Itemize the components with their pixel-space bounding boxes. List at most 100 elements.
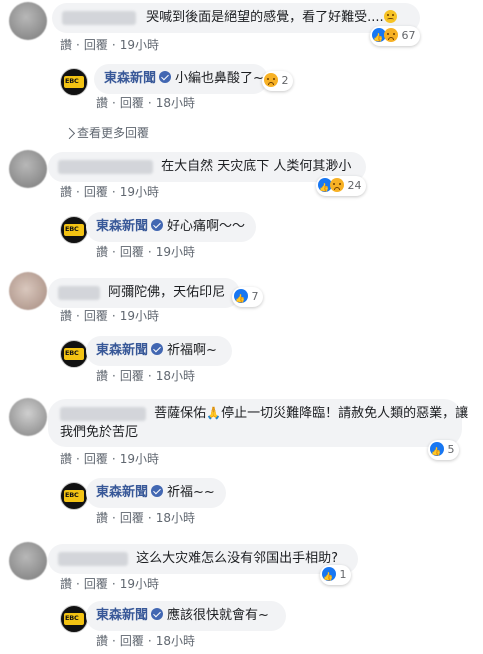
like-button[interactable]: 讚 bbox=[96, 245, 108, 259]
page-avatar[interactable]: EBC bbox=[60, 482, 88, 510]
reaction-count[interactable]: 67 bbox=[370, 26, 420, 48]
page-name[interactable]: 東森新聞 bbox=[96, 485, 148, 500]
like-icon bbox=[430, 442, 444, 462]
reply-actions: 讚 · 回覆 · 19小時 bbox=[96, 245, 195, 259]
reply-button[interactable]: 回覆 bbox=[120, 634, 144, 648]
verified-badge-icon bbox=[151, 485, 164, 497]
reply-button[interactable]: 回覆 bbox=[84, 185, 108, 199]
reply-actions: 讚 · 回覆 · 18小時 bbox=[96, 511, 195, 525]
commenter-name[interactable] bbox=[58, 159, 153, 174]
reply-text: 祈福啊~ bbox=[167, 343, 217, 358]
reply-text: 應該很快就會有~ bbox=[167, 608, 269, 623]
page-name[interactable]: 東森新聞 bbox=[104, 71, 156, 86]
timestamp[interactable]: 18小時 bbox=[156, 96, 195, 110]
reply-button[interactable]: 回覆 bbox=[84, 38, 108, 52]
reply-button[interactable]: 回覆 bbox=[84, 309, 108, 323]
comment-text-line2: 我們免於苦厄 bbox=[60, 425, 139, 440]
like-button[interactable]: 讚 bbox=[96, 369, 108, 383]
page-avatar[interactable]: EBC bbox=[60, 68, 88, 96]
reaction-number: 24 bbox=[347, 179, 362, 192]
comment-bubble: 阿彌陀佛，天佑印尼 bbox=[48, 278, 240, 308]
like-button[interactable]: 讚 bbox=[60, 185, 72, 199]
comment-text: 在大自然 天灾底下 人类何其渺小 bbox=[161, 159, 352, 174]
like-icon bbox=[234, 289, 248, 309]
reply-actions: 讚 · 回覆 · 18小時 bbox=[96, 96, 195, 110]
comment-actions: 讚 · 回覆 · 19小時 bbox=[60, 577, 159, 591]
like-button[interactable]: 讚 bbox=[60, 38, 72, 52]
reply-text: 小編也鼻酸了~ bbox=[175, 71, 264, 86]
comment-actions: 讚 · 回覆 · 19小時 bbox=[60, 452, 159, 466]
reply-text: 祈福~~ bbox=[167, 485, 215, 500]
comment-text-part1: 菩薩保佑 bbox=[154, 406, 207, 421]
reaction-count[interactable]: 7 bbox=[232, 287, 263, 309]
pray-emoji-icon: 🙏 bbox=[206, 406, 222, 420]
reply-button[interactable]: 回覆 bbox=[120, 96, 144, 110]
timestamp[interactable]: 18小時 bbox=[156, 634, 195, 648]
sad-emoji-icon bbox=[383, 10, 397, 23]
view-more-replies[interactable]: 查看更多回覆 bbox=[63, 124, 149, 141]
reply-button[interactable]: 回覆 bbox=[120, 245, 144, 259]
like-button[interactable]: 讚 bbox=[96, 96, 108, 110]
like-button[interactable]: 讚 bbox=[60, 577, 72, 591]
commenter-name[interactable] bbox=[58, 551, 128, 566]
verified-badge-icon bbox=[159, 71, 172, 83]
reply-text: 好心痛啊～～ bbox=[167, 219, 246, 234]
reply-actions: 讚 · 回覆 · 18小時 bbox=[96, 634, 195, 648]
timestamp[interactable]: 18小時 bbox=[156, 369, 195, 383]
reply-bubble: 東森新聞 小編也鼻酸了~ bbox=[94, 64, 268, 94]
comment-actions: 讚 · 回覆 · 19小時 bbox=[60, 185, 159, 199]
avatar[interactable] bbox=[9, 2, 47, 40]
like-button[interactable]: 讚 bbox=[60, 452, 72, 466]
page-name[interactable]: 東森新聞 bbox=[96, 608, 148, 623]
reply-arrow-icon bbox=[63, 127, 76, 140]
like-button[interactable]: 讚 bbox=[60, 309, 72, 323]
timestamp[interactable]: 19小時 bbox=[156, 245, 195, 259]
sad-icon bbox=[264, 73, 278, 87]
reply-button[interactable]: 回覆 bbox=[84, 577, 108, 591]
page-avatar[interactable]: EBC bbox=[60, 340, 88, 368]
page-avatar[interactable]: EBC bbox=[60, 605, 88, 633]
reply-button[interactable]: 回覆 bbox=[120, 511, 144, 525]
comment-text: 这么大灾难怎么没有邻国出手相助? bbox=[136, 551, 339, 566]
page-avatar[interactable]: EBC bbox=[60, 216, 88, 244]
like-button[interactable]: 讚 bbox=[96, 634, 108, 648]
comment-actions: 讚 · 回覆 · 19小時 bbox=[60, 38, 159, 52]
commenter-name[interactable] bbox=[58, 285, 100, 300]
avatar[interactable] bbox=[9, 150, 47, 188]
reaction-count[interactable]: 2 bbox=[262, 71, 293, 91]
comment-text-part2: 停止一切災難降臨！請赦免人類的惡業，讓 bbox=[221, 406, 469, 421]
page-name[interactable]: 東森新聞 bbox=[96, 219, 148, 234]
sad-icon bbox=[384, 28, 398, 42]
like-button[interactable]: 讚 bbox=[96, 511, 108, 525]
reply-bubble: 東森新聞 祈福啊~ bbox=[86, 336, 232, 366]
reply-bubble: 東森新聞 祈福~~ bbox=[86, 478, 226, 508]
reaction-number: 67 bbox=[401, 29, 416, 42]
timestamp[interactable]: 19小時 bbox=[120, 38, 159, 52]
avatar[interactable] bbox=[9, 272, 47, 310]
reply-bubble: 東森新聞 好心痛啊～～ bbox=[86, 212, 256, 242]
commenter-name[interactable] bbox=[62, 10, 136, 25]
avatar[interactable] bbox=[9, 398, 47, 436]
reaction-number: 2 bbox=[281, 74, 289, 87]
timestamp[interactable]: 19小時 bbox=[120, 577, 159, 591]
commenter-name[interactable] bbox=[60, 406, 146, 421]
reply-button[interactable]: 回覆 bbox=[120, 369, 144, 383]
comment-bubble: 哭喊到後面是絕望的感覺，看了好難受.... bbox=[52, 3, 420, 33]
reply-actions: 讚 · 回覆 · 18小時 bbox=[96, 369, 195, 383]
comment-actions: 讚 · 回覆 · 19小時 bbox=[60, 309, 159, 323]
comment-text: 哭喊到後面是絕望的感覺，看了好難受.... bbox=[146, 10, 384, 25]
reaction-number: 1 bbox=[339, 568, 347, 581]
avatar[interactable] bbox=[9, 542, 47, 580]
reaction-count[interactable]: 1 bbox=[320, 565, 351, 587]
reaction-count[interactable]: 24 bbox=[316, 176, 366, 198]
reaction-number: 7 bbox=[251, 290, 259, 303]
verified-badge-icon bbox=[151, 608, 164, 620]
reply-button[interactable]: 回覆 bbox=[84, 452, 108, 466]
page-name[interactable]: 東森新聞 bbox=[96, 343, 148, 358]
timestamp[interactable]: 19小時 bbox=[120, 185, 159, 199]
timestamp[interactable]: 18小時 bbox=[156, 511, 195, 525]
timestamp[interactable]: 19小時 bbox=[120, 309, 159, 323]
timestamp[interactable]: 19小時 bbox=[120, 452, 159, 466]
reaction-count[interactable]: 5 bbox=[428, 440, 459, 462]
sad-icon bbox=[330, 178, 344, 192]
